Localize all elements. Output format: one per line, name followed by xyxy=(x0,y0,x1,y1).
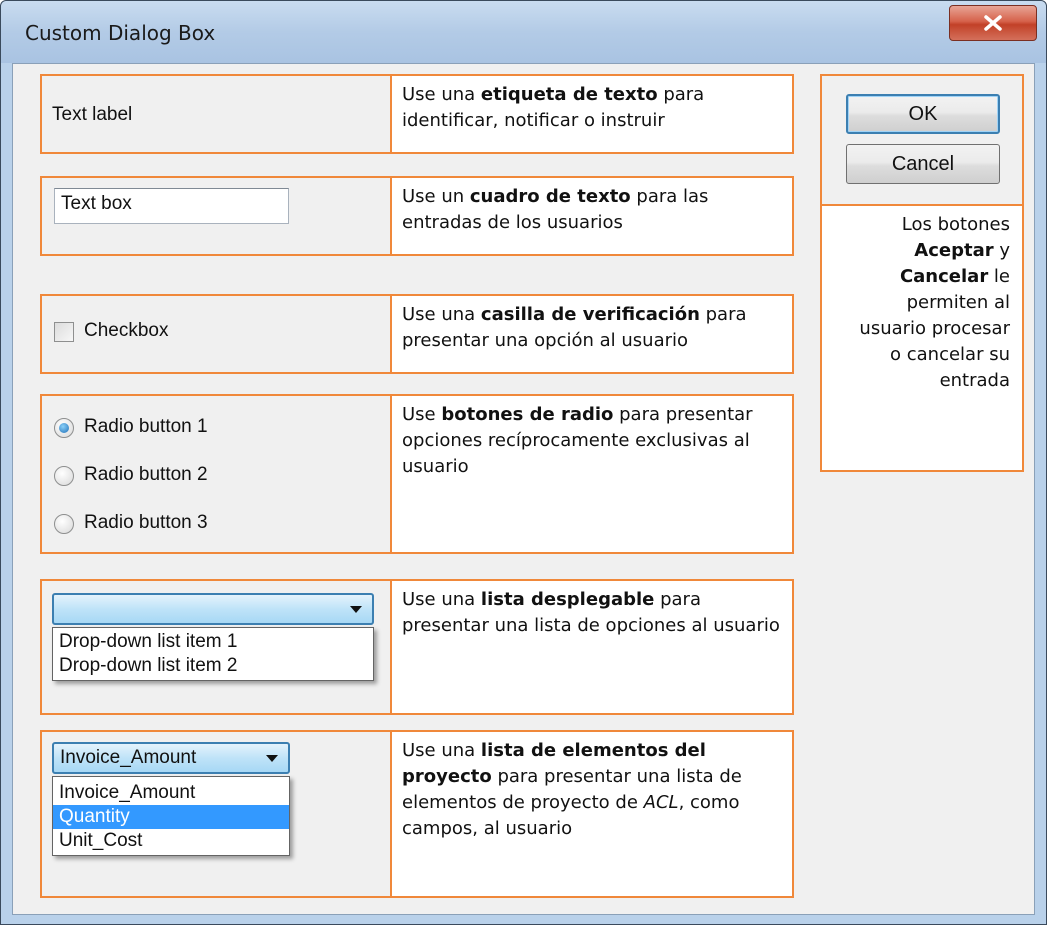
callout-text-label: Text label Use una etiqueta de texto par… xyxy=(40,74,794,154)
window-title: Custom Dialog Box xyxy=(25,21,216,45)
radio-button-3[interactable] xyxy=(54,514,74,534)
ok-button[interactable]: OK xyxy=(846,94,1000,134)
dropdown-item-1[interactable]: Drop-down list item 1 xyxy=(53,630,373,654)
project-list-dropdown: Invoice_Amount Quantity Unit_Cost xyxy=(52,776,290,856)
dropdown-item-2[interactable]: Drop-down list item 2 xyxy=(53,654,373,678)
title-bar[interactable]: Custom Dialog Box xyxy=(1,1,1046,63)
desc-buttons-box: Los botones Aceptar y Cancelar le permit… xyxy=(820,204,1024,472)
radio-button-1[interactable] xyxy=(54,418,74,438)
dropdown-combo[interactable] xyxy=(52,593,374,625)
checkbox[interactable] xyxy=(54,322,74,342)
desc-text-box: Use un cuadro de texto para las entradas… xyxy=(390,176,794,256)
project-list-item-2[interactable]: Quantity xyxy=(53,805,289,829)
radio-button-2[interactable] xyxy=(54,466,74,486)
desc-text-label: Use una etiqueta de texto para identific… xyxy=(390,74,794,154)
checkbox-label[interactable]: Checkbox xyxy=(84,320,169,342)
text-box-input[interactable]: Text box xyxy=(54,188,289,224)
cancel-button[interactable]: Cancel xyxy=(846,144,1000,184)
project-list-combo[interactable]: Invoice_Amount xyxy=(52,742,290,774)
chevron-down-icon xyxy=(266,755,278,762)
radio-label-3[interactable]: Radio button 3 xyxy=(84,512,208,534)
close-button[interactable] xyxy=(949,5,1037,41)
chevron-down-icon xyxy=(350,606,362,613)
callout-project-list: Invoice_Amount Invoice_Amount Quantity U… xyxy=(40,730,794,898)
desc-buttons: Los botones Aceptar y Cancelar le permit… xyxy=(859,214,1010,391)
dialog-client-area: Text label Use una etiqueta de texto par… xyxy=(12,63,1035,915)
desc-project-list: Use una lista de elementos del proyecto … xyxy=(390,730,794,898)
close-icon xyxy=(984,15,1002,31)
callout-dropdown: Drop-down list item 1 Drop-down list ite… xyxy=(40,579,794,715)
project-list-selected: Invoice_Amount xyxy=(60,747,197,768)
radio-label-2[interactable]: Radio button 2 xyxy=(84,464,208,486)
project-list-item-1[interactable]: Invoice_Amount xyxy=(53,781,289,805)
desc-dropdown: Use una lista desplegable para presentar… xyxy=(390,579,794,715)
desc-radio-buttons: Use botones de radio para presentar opci… xyxy=(390,394,794,554)
dialog-window: Custom Dialog Box Text label Use una eti… xyxy=(0,0,1047,925)
callout-radio-buttons: Radio button 1 Radio button 2 Radio butt… xyxy=(40,394,794,554)
dropdown-list: Drop-down list item 1 Drop-down list ite… xyxy=(52,627,374,681)
text-label: Text label xyxy=(52,104,133,125)
callout-buttons: OK Cancel xyxy=(820,74,1024,206)
callout-text-box: Text box Use un cuadro de texto para las… xyxy=(40,176,794,256)
project-list-item-3[interactable]: Unit_Cost xyxy=(53,829,289,853)
desc-checkbox: Use una casilla de verificación para pre… xyxy=(390,294,794,374)
callout-checkbox: Checkbox Use una casilla de verificación… xyxy=(40,294,794,374)
radio-label-1[interactable]: Radio button 1 xyxy=(84,416,208,438)
